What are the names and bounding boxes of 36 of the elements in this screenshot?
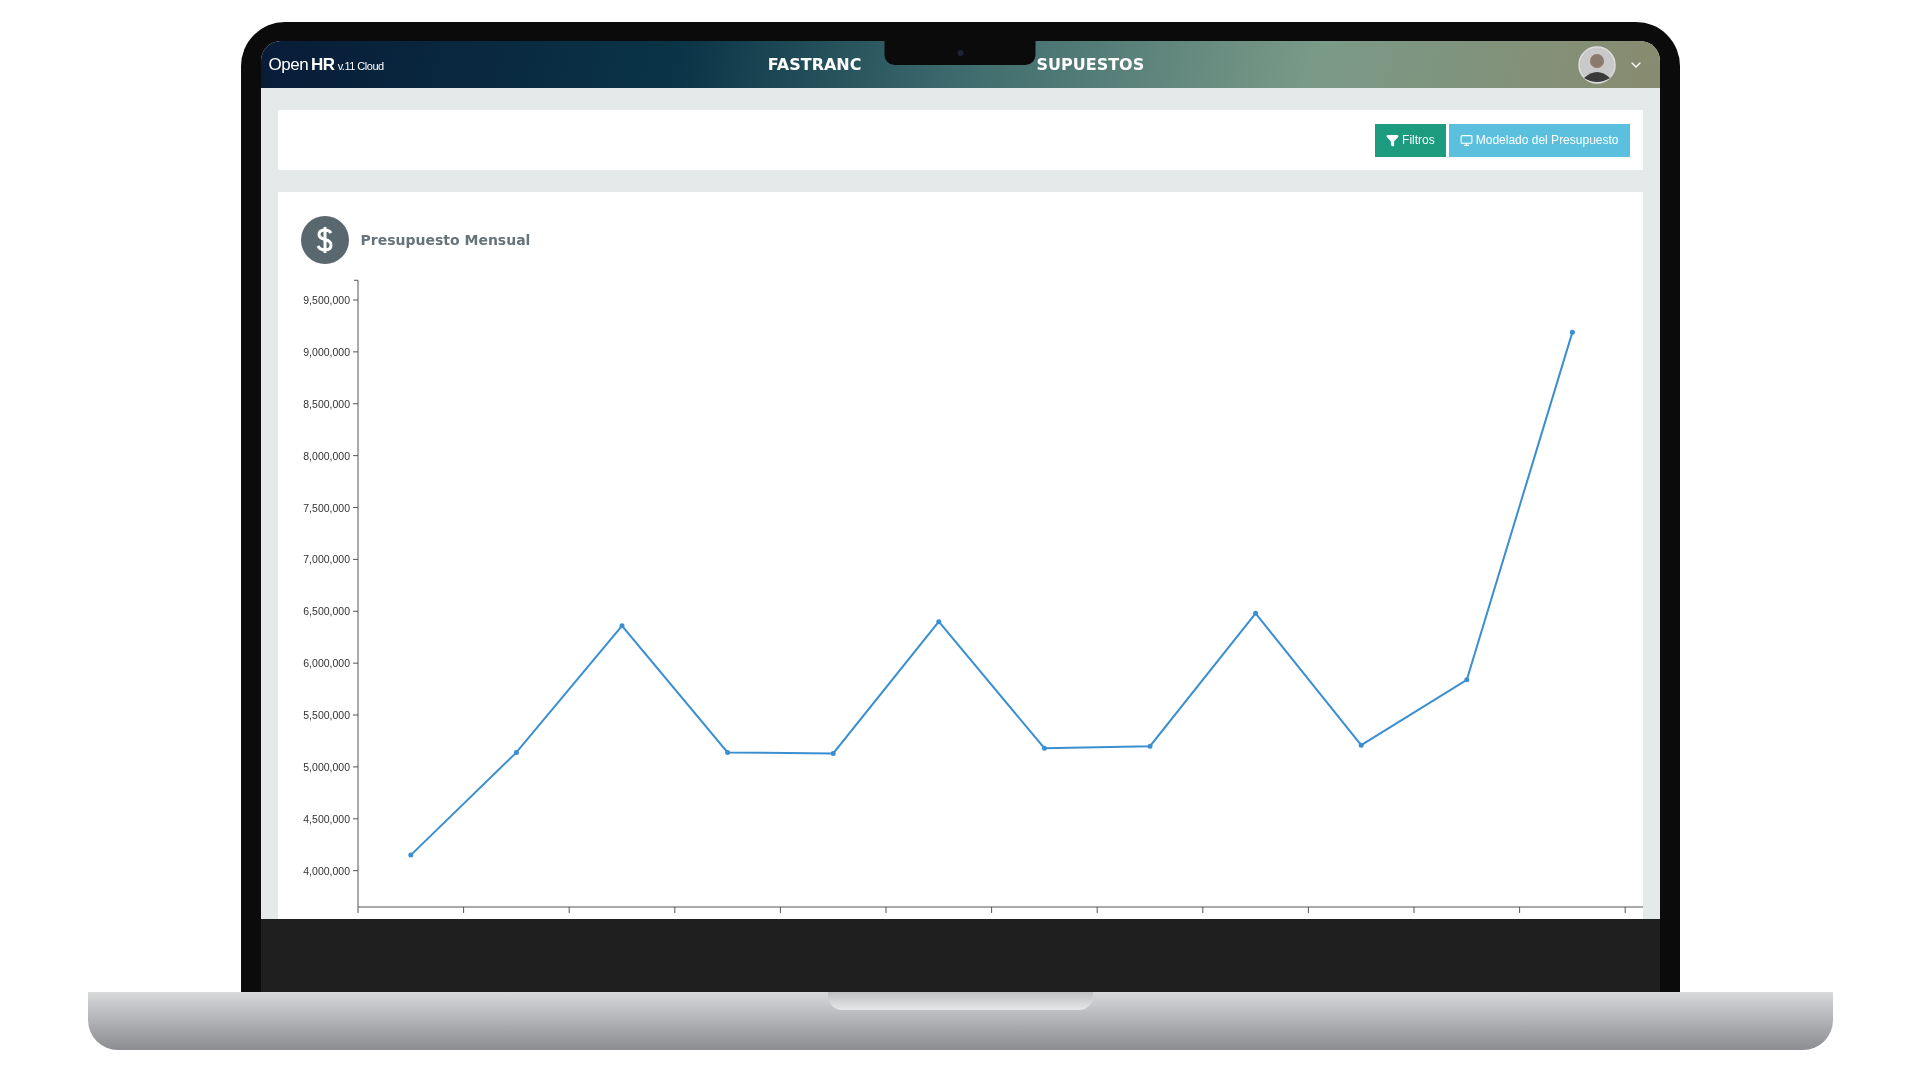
data-point	[407, 852, 413, 858]
y-tick-label: 9,000,000	[302, 345, 350, 358]
y-tick-label: 9,500,000	[302, 294, 350, 306]
y-tick-label: 5,500,000	[302, 709, 350, 722]
y-tick-label: 8,500,000	[302, 397, 350, 410]
data-point	[935, 619, 941, 625]
logo-text: Open	[268, 54, 309, 75]
data-point	[1147, 743, 1152, 749]
monitor-icon	[1459, 133, 1473, 147]
data-point	[1358, 742, 1364, 748]
data-point	[1569, 329, 1575, 335]
dollar-icon	[300, 216, 349, 264]
page-title: FASTRANC	[767, 55, 862, 74]
y-tick-label: 6,000,000	[302, 657, 350, 670]
y-tick-label: 7,500,000	[302, 501, 350, 514]
version-text: v.11 Cloud	[337, 59, 384, 72]
avatar[interactable]	[1577, 45, 1616, 84]
data-point	[619, 623, 624, 629]
filters-button[interactable]: Filtros	[1375, 123, 1446, 157]
logo-text: HR	[311, 54, 335, 75]
y-tick-label: 7,000,000	[302, 553, 350, 566]
y-tick-label: 4,000,000	[302, 864, 350, 877]
data-point	[830, 750, 836, 756]
data-point	[1041, 745, 1047, 751]
filter-icon	[1386, 133, 1400, 147]
data-point	[513, 749, 519, 755]
data-point	[724, 749, 730, 755]
y-tick-label: 5,000,000	[302, 760, 350, 773]
card-title: Presupuesto Mensual	[360, 232, 531, 248]
y-tick-label: 8,000,000	[302, 449, 350, 462]
page-title: SUPUESTOS	[1036, 55, 1145, 74]
y-tick-label: 6,500,000	[302, 605, 350, 618]
y-tick-label: 4,500,000	[302, 812, 350, 825]
data-point	[1463, 677, 1469, 683]
data-point	[1252, 610, 1258, 616]
budget-modeling-button[interactable]: Modelado del Presupuesto	[1448, 123, 1630, 157]
